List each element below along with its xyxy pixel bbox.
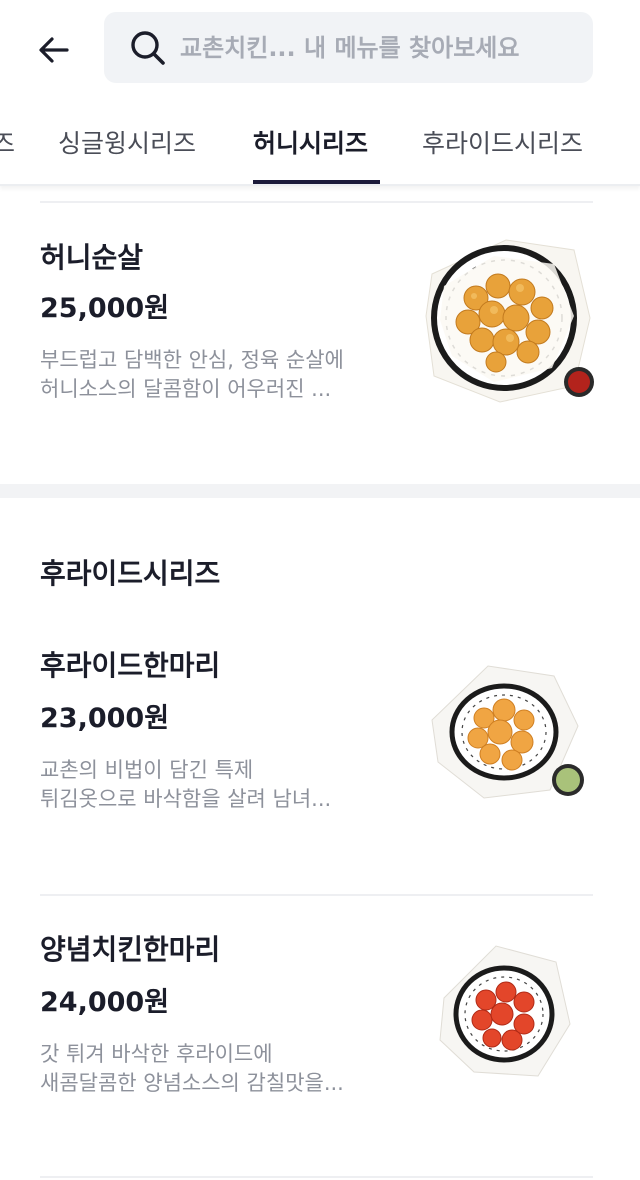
menu-item-price: 23,000원 <box>40 703 170 734</box>
divider <box>40 1176 593 1178</box>
divider <box>40 201 593 203</box>
category-tabs: 즈 싱글윙시리즈 허니시리즈 후라이드시리즈 <box>0 100 640 186</box>
menu-item-description: 교촌의 비법이 담긴 특제 튀김옷으로 바삭함을 살려 남녀... <box>40 758 332 811</box>
search-bar[interactable] <box>104 12 593 83</box>
menu-item-description: 갓 튀겨 바삭한 후라이드에 새콤달콤한 양념소스의 감칠맛을... <box>40 1042 344 1095</box>
arrow-left-icon <box>39 37 69 63</box>
section-title-fried-series: 후라이드시리즈 <box>40 557 221 590</box>
tab-honey-series[interactable]: 허니시리즈 <box>253 124 368 160</box>
tab-single-wing-series[interactable]: 싱글윙시리즈 <box>58 124 196 160</box>
back-button[interactable] <box>30 26 78 74</box>
menu-item-price: 25,000원 <box>40 293 170 324</box>
tab-prev-series[interactable]: 즈 <box>0 124 15 160</box>
yangnyeom-chicken-photo <box>439 945 571 1077</box>
menu-item-name: 허니순살 <box>40 241 144 274</box>
search-input[interactable] <box>180 33 580 62</box>
menu-item-description: 부드럽고 담백한 안심, 정육 순살에 허니소스의 달콤함이 어우러진 ... <box>40 348 344 401</box>
tab-fried-series[interactable]: 후라이드시리즈 <box>422 124 583 160</box>
menu-item-price: 24,000원 <box>40 987 170 1018</box>
fried-chicken-photo <box>431 665 584 799</box>
honey-chicken-photo <box>425 239 594 403</box>
menu-item-name: 양념치킨한마리 <box>40 933 221 966</box>
app-header <box>0 0 640 100</box>
active-tab-indicator <box>253 180 380 184</box>
menu-item-name: 후라이드한마리 <box>40 649 221 682</box>
search-icon <box>128 28 168 68</box>
divider <box>40 894 593 896</box>
section-separator <box>0 484 640 498</box>
